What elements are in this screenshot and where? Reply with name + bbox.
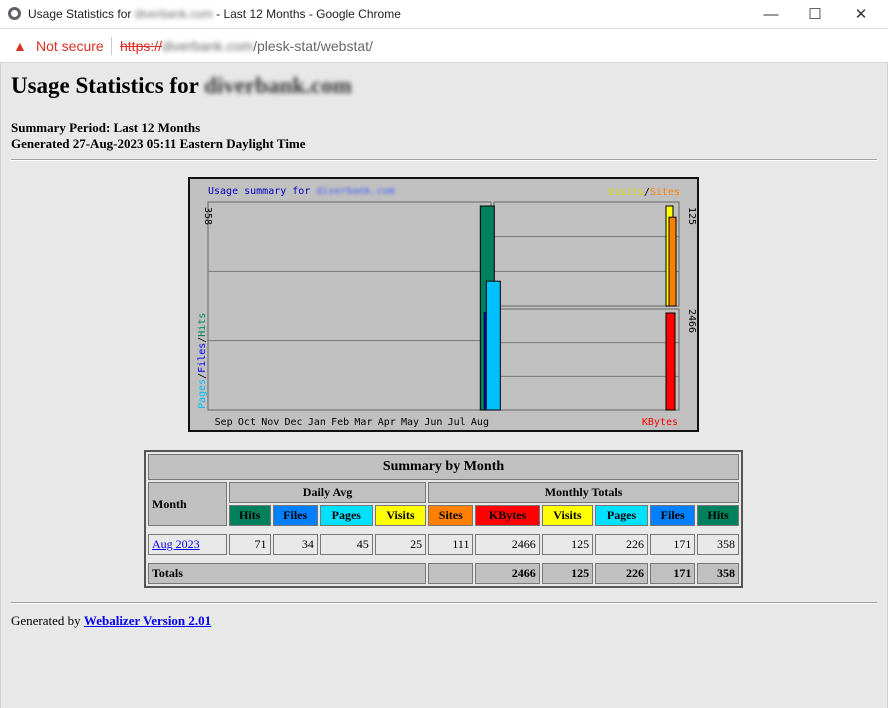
avg-pages-cell: 45: [319, 534, 373, 555]
x-tick-label: Oct: [238, 417, 256, 428]
divider-top: [11, 159, 877, 161]
month-header: Month: [148, 482, 227, 526]
kbytes-cell: 2466: [475, 534, 540, 555]
window-title: Usage Statistics for diverbank.com - Las…: [28, 7, 401, 21]
usage-chart-svg: Usage summary for diverbank.com Visits/S…: [197, 186, 697, 428]
avg-hits-cell: 71: [228, 534, 271, 555]
window-title-domain: diverbank.com: [134, 7, 213, 21]
table-spacer: [148, 557, 739, 561]
totals-row: Totals 2466 125 226 171 358: [148, 563, 739, 584]
summary-by-month-table: Summary by Month Month Daily Avg Monthly…: [144, 450, 743, 588]
usage-summary-chart: Usage summary for diverbank.com Visits/S…: [188, 177, 699, 432]
upper-right-plot-area: [493, 201, 680, 307]
col-visits: Visits: [541, 505, 594, 526]
lower-right-max-label: 2466: [686, 309, 697, 333]
upper-right-legend: Visits/Sites: [608, 187, 680, 198]
x-tick-label: Aug: [471, 417, 489, 428]
bar-kbytes: [665, 312, 676, 411]
x-tick-label: Mar: [354, 417, 372, 428]
summary-period: Summary Period: Last 12 Months: [11, 120, 201, 135]
url-text[interactable]: https://diverbank.com/plesk-stat/webstat…: [120, 38, 373, 54]
chart-title: Usage summary for diverbank.com: [208, 186, 395, 197]
address-separator: [111, 37, 112, 55]
address-bar[interactable]: ▲ Not secure https://diverbank.com/plesk…: [0, 29, 888, 63]
sites-cell: 111: [428, 534, 474, 555]
col-avg-files: Files: [272, 505, 318, 526]
webalizer-link[interactable]: Webalizer Version 2.01: [84, 613, 211, 628]
page-title: Usage Statistics for diverbank.com: [11, 73, 352, 98]
x-tick-label: Jan: [308, 417, 326, 428]
page-title-domain: diverbank.com: [204, 73, 352, 98]
table-spacer: [148, 528, 739, 532]
generated-timestamp: Generated 27-Aug-2023 05:11 Eastern Dayl…: [11, 136, 306, 151]
col-pages: Pages: [595, 505, 648, 526]
files-cell: 171: [649, 534, 696, 555]
lower-right-plot-area: [493, 308, 680, 411]
x-tick-label: Feb: [331, 417, 349, 428]
x-tick-label: May: [401, 417, 419, 428]
close-button[interactable]: ✕: [838, 0, 884, 28]
x-tick-label: Jun: [424, 417, 442, 428]
totals-files: 171: [649, 563, 696, 584]
bar-sites: [668, 216, 677, 307]
left-plot-area: [207, 201, 492, 411]
x-tick-label: Nov: [261, 417, 279, 428]
x-tick-label: Dec: [285, 417, 303, 428]
col-hits: Hits: [697, 505, 739, 526]
x-tick-label: Apr: [378, 417, 396, 428]
col-files: Files: [649, 505, 696, 526]
kbytes-legend: KBytes: [642, 417, 678, 428]
totals-visits: 125: [541, 563, 594, 584]
bar-pages: [485, 280, 501, 411]
left-axis-max-label: 358: [202, 207, 213, 225]
col-kbytes: KBytes: [475, 505, 540, 526]
window-titlebar: Usage Statistics for diverbank.com - Las…: [0, 0, 888, 29]
footer: Generated by Webalizer Version 2.01: [11, 613, 212, 628]
totals-kbytes: 2466: [475, 563, 540, 584]
maximize-button[interactable]: ☐: [792, 0, 838, 28]
table-title: Summary by Month: [148, 454, 739, 480]
avg-visits-cell: 25: [374, 534, 427, 555]
hits-cell: 358: [697, 534, 739, 555]
divider-bottom: [11, 602, 877, 604]
monthly-totals-header: Monthly Totals: [428, 482, 739, 503]
not-secure-label[interactable]: Not secure: [36, 38, 104, 54]
totals-pages: 226: [595, 563, 648, 584]
col-avg-hits: Hits: [228, 505, 271, 526]
daily-avg-header: Daily Avg: [228, 482, 427, 503]
month-link[interactable]: Aug 2023: [152, 537, 200, 551]
warning-icon[interactable]: ▲: [13, 38, 27, 54]
month-cell: Aug 2023: [148, 534, 227, 555]
left-axis-legend: Pages/Files/Hits: [197, 313, 208, 409]
col-avg-pages: Pages: [319, 505, 373, 526]
minimize-button[interactable]: —: [748, 0, 794, 28]
x-axis-labels: Sep Oct Nov Dec Jan Feb Mar Apr May Jun Jul Aug: [215, 417, 489, 428]
totals-hits: 358: [697, 563, 739, 584]
page-content: Usage Statistics for diverbank.com Summa…: [0, 63, 888, 708]
pages-cell: 226: [595, 534, 648, 555]
page-favicon-icon: [8, 7, 21, 20]
table-row: Aug 2023 71 34 45 25 111 2466 125 226 17…: [148, 534, 739, 555]
avg-files-cell: 34: [272, 534, 318, 555]
visits-cell: 125: [541, 534, 594, 555]
col-sites: Sites: [428, 505, 474, 526]
totals-label: Totals: [148, 563, 427, 584]
upper-right-max-label: 125: [686, 207, 697, 225]
totals-spacer-cell: [428, 563, 474, 584]
x-tick-label: Jul: [448, 417, 466, 428]
x-tick-label: Sep: [215, 417, 233, 428]
col-avg-visits: Visits: [374, 505, 427, 526]
